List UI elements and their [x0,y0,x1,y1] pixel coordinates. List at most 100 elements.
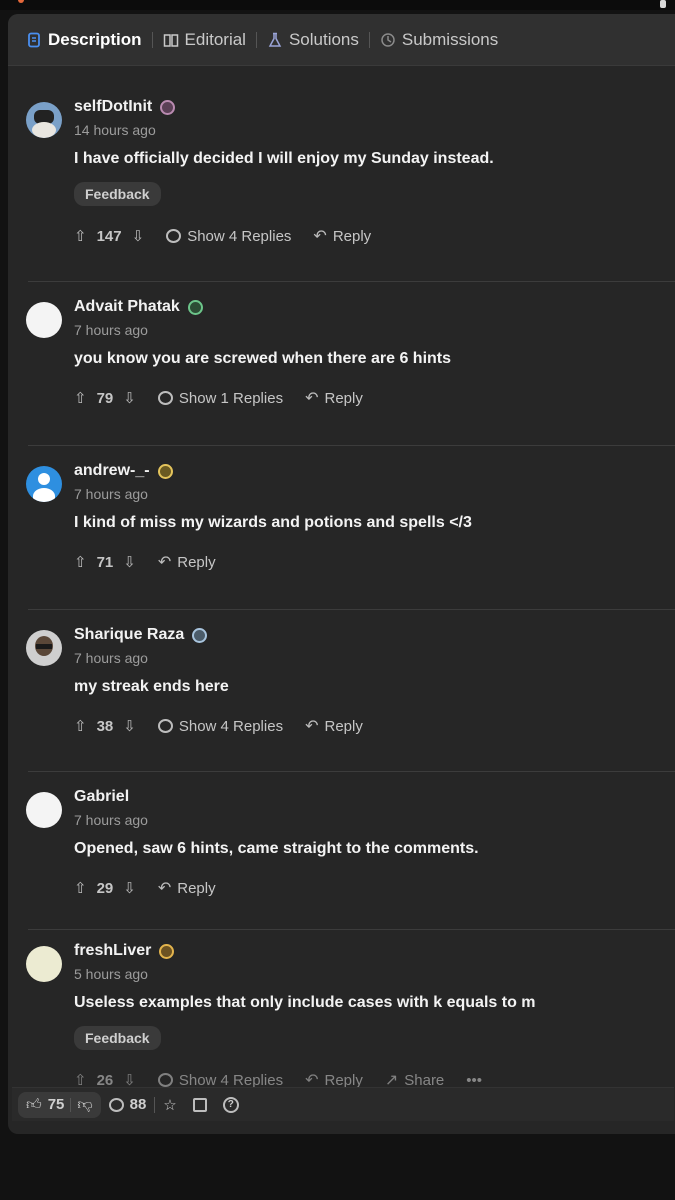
indicator-dot [18,0,24,3]
thumbs-up-icon[interactable]: 👍︎ [26,1096,42,1114]
show-replies-label: Show 1 Replies [178,389,284,407]
upvote-icon[interactable]: ⇧ [74,717,87,735]
avatar[interactable] [26,792,62,828]
comment-actions: ⇧ 29 ⇩ ↶ Reply [74,876,675,900]
flask-icon [268,32,282,47]
question-icon: ? [222,1096,239,1113]
tab-submissions[interactable]: Submissions [374,30,504,50]
comment-author[interactable]: Sharique Raza [74,626,184,644]
comment-bubble-icon [157,719,173,733]
reply-icon: ↶ [157,880,172,897]
vote-count: 26 [96,1071,114,1089]
tab-submissions-label: Submissions [401,29,499,49]
tab-description[interactable]: Description [20,30,148,50]
downvote-icon[interactable]: ⇩ [123,717,136,735]
comment-author[interactable]: Gabriel [74,788,129,806]
comment-text: Opened, saw 6 hints, came straight to th… [74,840,479,857]
reply-label: Reply [324,717,363,735]
reply-button[interactable]: ↶ Reply [158,878,216,898]
reply-label: Reply [332,227,372,245]
vote-count: 38 [96,717,114,735]
comment-text: I have officially decided I will enjoy m… [74,150,494,167]
reply-button[interactable]: ↶ Reply [305,388,363,408]
badge-icon [157,463,173,479]
comment-bubble-icon [157,1073,173,1087]
avatar[interactable] [26,102,62,138]
comment-actions: ⇧ 79 ⇩ Show 1 Replies ↶ Reply [74,386,675,410]
upvote-icon[interactable]: ⇧ [74,879,87,897]
share-external-button[interactable] [185,1097,215,1112]
comment-author[interactable]: Advait Phatak [74,298,180,316]
comment-item: Advait Phatak 7 hours ago you know you a… [8,282,675,446]
comment-bubble-icon [166,229,182,243]
avatar[interactable] [26,630,62,666]
reply-button[interactable]: ↶ Reply [158,552,216,572]
downvote-icon[interactable]: ⇩ [123,553,136,571]
tab-separator [255,31,257,48]
comment-time: 7 hours ago [74,486,148,502]
book-icon [163,33,178,47]
reply-button[interactable]: ↶ Reply [313,226,371,246]
document-icon [28,32,40,47]
comment-author[interactable]: freshLiver [74,942,151,960]
downvote-icon[interactable]: ⇩ [123,879,136,897]
comment-item: Sharique Raza 7 hours ago my streak ends… [8,610,675,772]
external-link-icon [192,1097,207,1112]
comment-item: selfDotInit 14 hours ago I have official… [8,96,675,282]
tab-solutions-label: Solutions [288,29,359,49]
avatar[interactable] [26,946,62,982]
comment-author[interactable]: selfDotInit [74,98,152,116]
upvote-icon[interactable]: ⇧ [74,553,87,571]
reply-icon: ↶ [305,718,319,735]
vote-count: 29 [96,879,114,897]
comment-actions: ⇧ 147 ⇩ Show 4 Replies ↶ Reply [74,224,675,248]
thumbs-down-icon[interactable]: 👎︎ [77,1096,92,1114]
comment-text: you know you are screwed when there are … [74,350,452,367]
avatar[interactable] [26,302,62,338]
comment-time: 7 hours ago [74,812,148,828]
feedback-tag[interactable]: Feedback [74,182,161,206]
comment-time: 7 hours ago [74,650,148,666]
show-replies-button[interactable]: Show 4 Replies [166,228,291,245]
comment-author[interactable]: andrew-_- [74,462,150,480]
reply-label: Reply [177,553,216,571]
comment-actions: ⇧ 71 ⇩ ↶ Reply [74,550,675,574]
show-replies-button[interactable]: Show 4 Replies [157,1071,284,1089]
upvote-icon[interactable]: ⇧ [74,227,87,245]
avatar[interactable] [26,466,62,502]
show-replies-label: Show 4 Replies [178,1071,284,1089]
comment-bubble-icon [108,1097,124,1112]
badge-icon [192,627,208,643]
tab-editorial[interactable]: Editorial [157,30,252,50]
feedback-tag[interactable]: Feedback [74,1026,161,1050]
indicator-mark [660,0,666,8]
tab-solutions[interactable]: Solutions [261,30,365,50]
upvote-icon[interactable]: ⇧ [74,389,87,407]
downvote-icon[interactable]: ⇩ [123,389,136,407]
tab-separator [151,31,153,48]
comment-list: selfDotInit 14 hours ago I have official… [8,96,675,1100]
comment-text: Useless examples that only include cases… [74,994,536,1011]
show-replies-label: Show 4 Replies [187,227,292,245]
comment-text: I kind of miss my wizards and potions an… [74,514,472,531]
comment-item: freshLiver 5 hours ago Useless examples … [8,930,675,1100]
share-label: Share [404,1071,445,1089]
show-replies-button[interactable]: Show 1 Replies [157,389,284,407]
vote-count: 71 [96,553,114,571]
comments-count-button[interactable]: 88 [101,1096,155,1113]
vote-count: 79 [96,389,114,407]
reply-label: Reply [177,879,216,897]
like-count: 75 [47,1096,65,1113]
tab-separator [368,31,370,48]
favorite-button[interactable]: ☆ [155,1096,184,1114]
history-icon [381,32,395,47]
downvote-icon[interactable]: ⇩ [132,227,145,245]
show-replies-button[interactable]: Show 4 Replies [157,718,283,735]
more-options-icon[interactable]: ••• [466,1072,482,1089]
comment-count: 88 [129,1096,147,1113]
reply-label: Reply [324,389,363,407]
tab-description-label: Description [48,29,142,49]
help-button[interactable]: ? [215,1096,247,1113]
reply-button[interactable]: ↶ Reply [305,716,363,736]
comment-item: Gabriel 7 hours ago Opened, saw 6 hints,… [8,772,675,930]
